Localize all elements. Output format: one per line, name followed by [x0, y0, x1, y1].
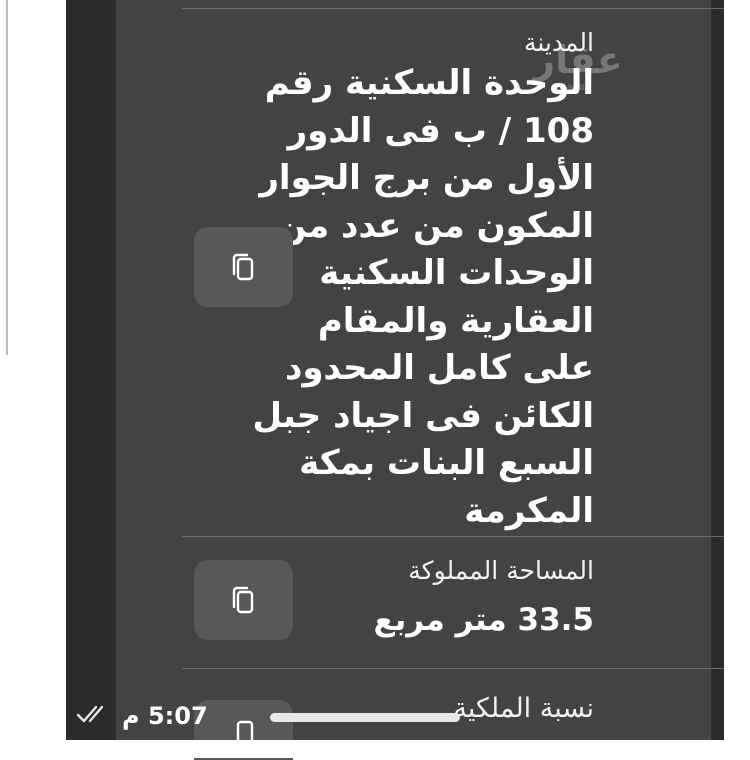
field-owned-area: المساحة المملوكة 33.5 متر مربع — [373, 554, 594, 640]
field-label-owned-area: المساحة المملوكة — [408, 556, 594, 585]
field-value-city: الوحدة السكنية رقم 108 / ب فى الدور الأو… — [252, 63, 594, 531]
copy-area-button[interactable] — [194, 560, 293, 640]
field-city: المدينة الوحدة السكنية رقم 108 / ب فى ال… — [249, 26, 594, 535]
field-ownership-ratio: نسبة الملكية — [453, 692, 594, 726]
app-screen: عقار aqar المدينة الوحدة السكنية رقم 108… — [66, 0, 724, 760]
bottom-margin — [0, 740, 750, 758]
field-label-ownership-ratio: نسبة الملكية — [453, 693, 594, 724]
message-time: 5:07 م — [122, 702, 208, 730]
divider-middle — [182, 536, 724, 537]
left-margin — [0, 0, 66, 758]
field-label-city: المدينة — [523, 28, 594, 57]
field-value-owned-area: 33.5 متر مربع — [373, 602, 594, 638]
home-indicator[interactable] — [270, 713, 460, 722]
divider-top — [182, 8, 724, 9]
page-scrollbar[interactable] — [6, 0, 8, 355]
copy-city-button[interactable] — [194, 227, 293, 307]
divider-bottom — [182, 668, 724, 669]
message-status: 5:07 م — [76, 700, 208, 732]
copy-icon — [232, 586, 253, 614]
double-check-icon — [76, 702, 114, 730]
details-card: عقار aqar المدينة الوحدة السكنية رقم 108… — [116, 0, 724, 760]
copy-icon — [232, 253, 253, 281]
